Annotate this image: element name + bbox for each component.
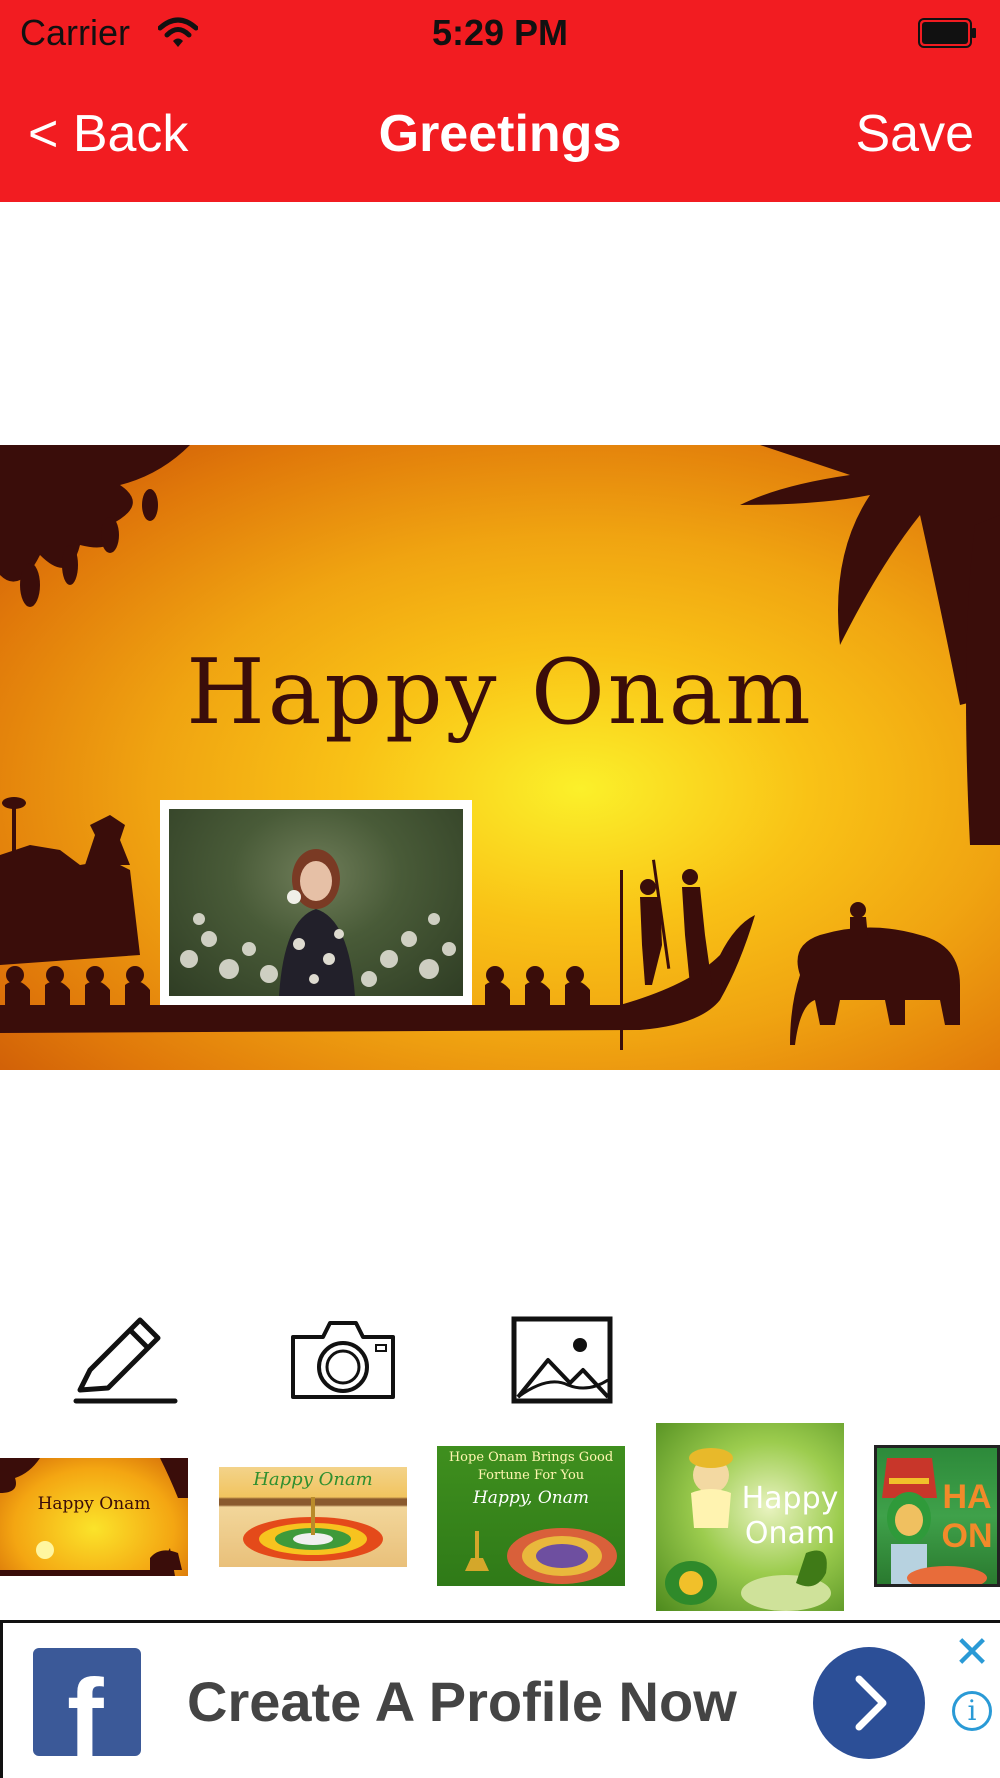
thumbnail-label: Happy Onam [741,1481,839,1551]
thumbnail-label: Fortune For You [477,1468,585,1483]
user-photo-frame[interactable] [160,800,472,1005]
navigation-bar: < Back Greetings Save [0,66,1000,202]
ad-headline: Create A Profile Now [187,1670,737,1733]
thumbnail-label: Happy, Onam [472,1488,590,1508]
template-thumbnail[interactable]: Happy Onam [219,1467,407,1567]
facebook-logo-letter: f [67,1657,104,1778]
template-thumbnail[interactable]: HA ON [874,1445,1000,1587]
card-silhouettes [0,445,1000,1050]
chevron-right-icon [855,1675,887,1731]
user-photo [169,809,463,996]
thumbnail-label: Hope Onam Brings Good [448,1450,614,1465]
tool-bar [0,1310,1000,1410]
template-thumbnail[interactable]: Hope Onam Brings Good Fortune For You Ha… [437,1446,625,1586]
template-thumbnail[interactable]: Happy Onam [0,1458,188,1576]
greeting-card[interactable]: Happy Onam [0,445,1000,1070]
top-bar: Carrier 5:29 PM < Back Greetings Save [0,0,1000,202]
ad-banner[interactable]: f Create A Profile Now ✕ i [0,1620,1000,1778]
ad-go-button[interactable] [813,1647,925,1759]
battery-icon [918,18,978,48]
facebook-logo-icon: f [33,1648,141,1774]
save-button[interactable]: Save [855,104,974,164]
template-thumbnails: Happy Onam Happy Onam Hope Onam Brings G… [0,1420,1000,1615]
edit-text-icon[interactable] [70,1310,180,1410]
card-title: Happy Onam [186,640,814,745]
status-bar: Carrier 5:29 PM [0,0,1000,66]
thumbnail-label: Happy Onam [253,1469,373,1490]
status-time: 5:29 PM [431,12,569,53]
camera-icon[interactable] [288,1310,398,1410]
thumbnail-label: HA ON [941,1478,993,1555]
ad-close-icon[interactable]: ✕ [952,1631,992,1675]
ad-info-icon[interactable]: i [952,1691,992,1731]
thumbnail-label: Happy Onam [37,1494,151,1514]
gallery-icon[interactable] [508,1310,618,1410]
page-title: Greetings [378,105,622,163]
template-thumbnail[interactable]: Happy Onam [656,1423,844,1611]
